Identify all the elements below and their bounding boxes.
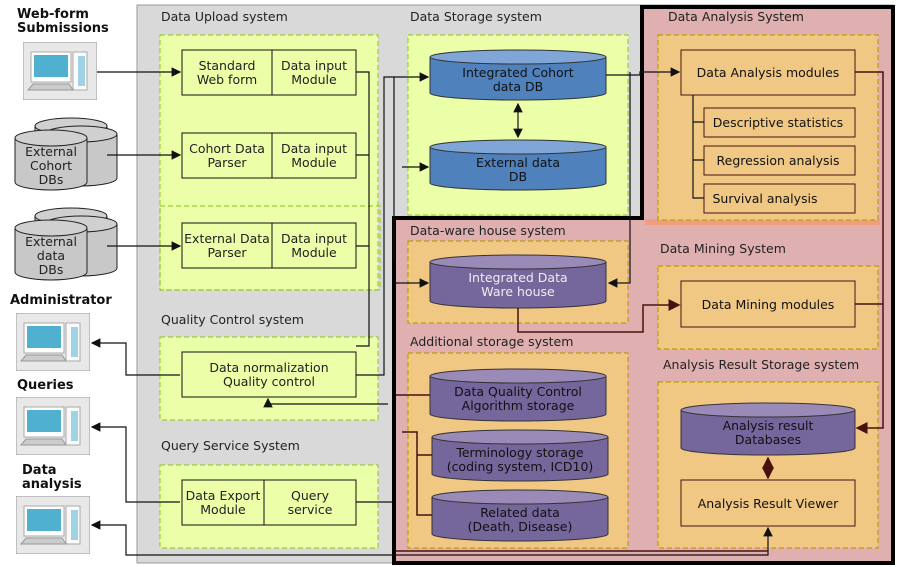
svg-text:External: External xyxy=(25,144,77,159)
svg-text:data DB: data DB xyxy=(493,79,543,94)
svg-text:Standard: Standard xyxy=(199,58,256,73)
data-mining-modules-box: Data Mining modules xyxy=(702,297,835,312)
svg-text:(coding system, ICD10): (coding system, ICD10) xyxy=(447,459,594,474)
svg-text:Quality control: Quality control xyxy=(223,374,315,389)
svg-text:(Death, Disease): (Death, Disease) xyxy=(468,519,573,534)
svg-text:Data input: Data input xyxy=(281,58,347,73)
data-analysis-label: Dataanalysis xyxy=(22,463,82,492)
warehouse-system-title: Data-ware house system xyxy=(410,223,566,238)
survival-analysis-box: Survival analysis xyxy=(713,191,818,206)
data-analysis-computer-icon xyxy=(16,496,90,554)
svg-text:Module: Module xyxy=(291,245,337,260)
mining-system-title: Data Mining System xyxy=(660,241,786,256)
svg-text:DBs: DBs xyxy=(39,172,64,187)
svg-text:Submissions: Submissions xyxy=(17,21,109,36)
svg-text:Data input: Data input xyxy=(281,141,347,156)
integrated-cohort-db: Integrated Cohortdata DB xyxy=(429,49,607,101)
quality-system-title: Quality Control system xyxy=(161,312,304,327)
webform-computer-icon xyxy=(23,42,97,100)
svg-text:Terminology storage: Terminology storage xyxy=(455,445,584,460)
svg-text:Parser: Parser xyxy=(207,245,247,260)
integrated-data-warehouse: Integrated DataWare house xyxy=(429,254,607,309)
analysis-result-db: Analysis resultDatabases xyxy=(680,402,856,456)
analysis-system-title: Data Analysis System xyxy=(668,9,804,24)
svg-text:Query: Query xyxy=(291,488,330,503)
external-cohort-dbs-icon: ExternalCohortDBs xyxy=(14,117,118,191)
standard-web-form-box: StandardWeb form xyxy=(197,58,257,87)
upload-system-title: Data Upload system xyxy=(161,9,288,24)
svg-text:Cohort: Cohort xyxy=(30,158,72,173)
svg-text:Data Quality Control: Data Quality Control xyxy=(454,384,582,399)
query-system-title: Query Service System xyxy=(161,438,300,453)
descriptive-statistics-box: Descriptive statistics xyxy=(713,115,843,130)
webform-label: Web-formSubmissions xyxy=(17,7,109,36)
administrator-label: Administrator xyxy=(10,293,112,308)
svg-text:Module: Module xyxy=(291,72,337,87)
external-data-db: External dataDB xyxy=(429,139,607,191)
system-architecture-diagram: Data Upload system Data Storage system D… xyxy=(10,4,895,565)
svg-text:Parser: Parser xyxy=(207,155,247,170)
queries-label: Queries xyxy=(17,378,74,393)
svg-text:data: data xyxy=(37,248,65,263)
svg-text:Integrated Data: Integrated Data xyxy=(468,270,567,285)
analysis-result-viewer-box: Analysis Result Viewer xyxy=(698,496,839,511)
svg-text:DB: DB xyxy=(509,169,527,184)
storage-system-title: Data Storage system xyxy=(410,9,542,24)
svg-text:Cohort Data: Cohort Data xyxy=(189,141,265,156)
svg-text:service: service xyxy=(288,502,333,517)
svg-text:Data normalization: Data normalization xyxy=(209,360,328,375)
svg-text:Related data: Related data xyxy=(480,505,560,520)
svg-text:Data Export: Data Export xyxy=(186,488,261,503)
query-container xyxy=(159,464,379,549)
svg-text:Analysis result: Analysis result xyxy=(723,418,814,433)
administrator-computer-icon xyxy=(16,313,90,371)
terminology-storage: Terminology storage(coding system, ICD10… xyxy=(431,429,609,482)
svg-text:External data: External data xyxy=(476,155,560,170)
dq-algorithm-storage: Data Quality ControlAlgorithm storage xyxy=(429,368,607,422)
query-service-box: Queryservice xyxy=(288,488,333,517)
svg-text:Module: Module xyxy=(291,155,337,170)
svg-text:Data input: Data input xyxy=(281,231,347,246)
svg-text:Web-form: Web-form xyxy=(17,7,89,22)
regression-analysis-box: Regression analysis xyxy=(717,153,840,168)
data-analysis-modules-box: Data Analysis modules xyxy=(697,65,840,80)
external-data-dbs-icon: ExternaldataDBs xyxy=(14,207,118,281)
svg-text:Algorithm storage: Algorithm storage xyxy=(462,398,575,413)
queries-computer-icon xyxy=(16,397,90,455)
related-data-storage: Related data(Death, Disease) xyxy=(431,489,609,542)
svg-text:Integrated Cohort: Integrated Cohort xyxy=(462,65,574,80)
svg-text:Web form: Web form xyxy=(197,72,257,87)
upload-container xyxy=(159,34,379,291)
quality-control-box: Data normalizationQuality control xyxy=(209,360,328,389)
svg-text:Databases: Databases xyxy=(735,432,801,447)
svg-text:DBs: DBs xyxy=(39,262,64,277)
svg-text:analysis: analysis xyxy=(22,477,82,492)
additional-system-title: Additional storage system xyxy=(410,334,573,349)
svg-text:Ware house: Ware house xyxy=(481,284,555,299)
svg-text:Module: Module xyxy=(200,502,246,517)
svg-text:External: External xyxy=(25,234,77,249)
svg-text:Data: Data xyxy=(22,463,57,478)
result-system-title: Analysis Result Storage system xyxy=(663,357,859,372)
svg-text:External Data: External Data xyxy=(184,231,270,246)
